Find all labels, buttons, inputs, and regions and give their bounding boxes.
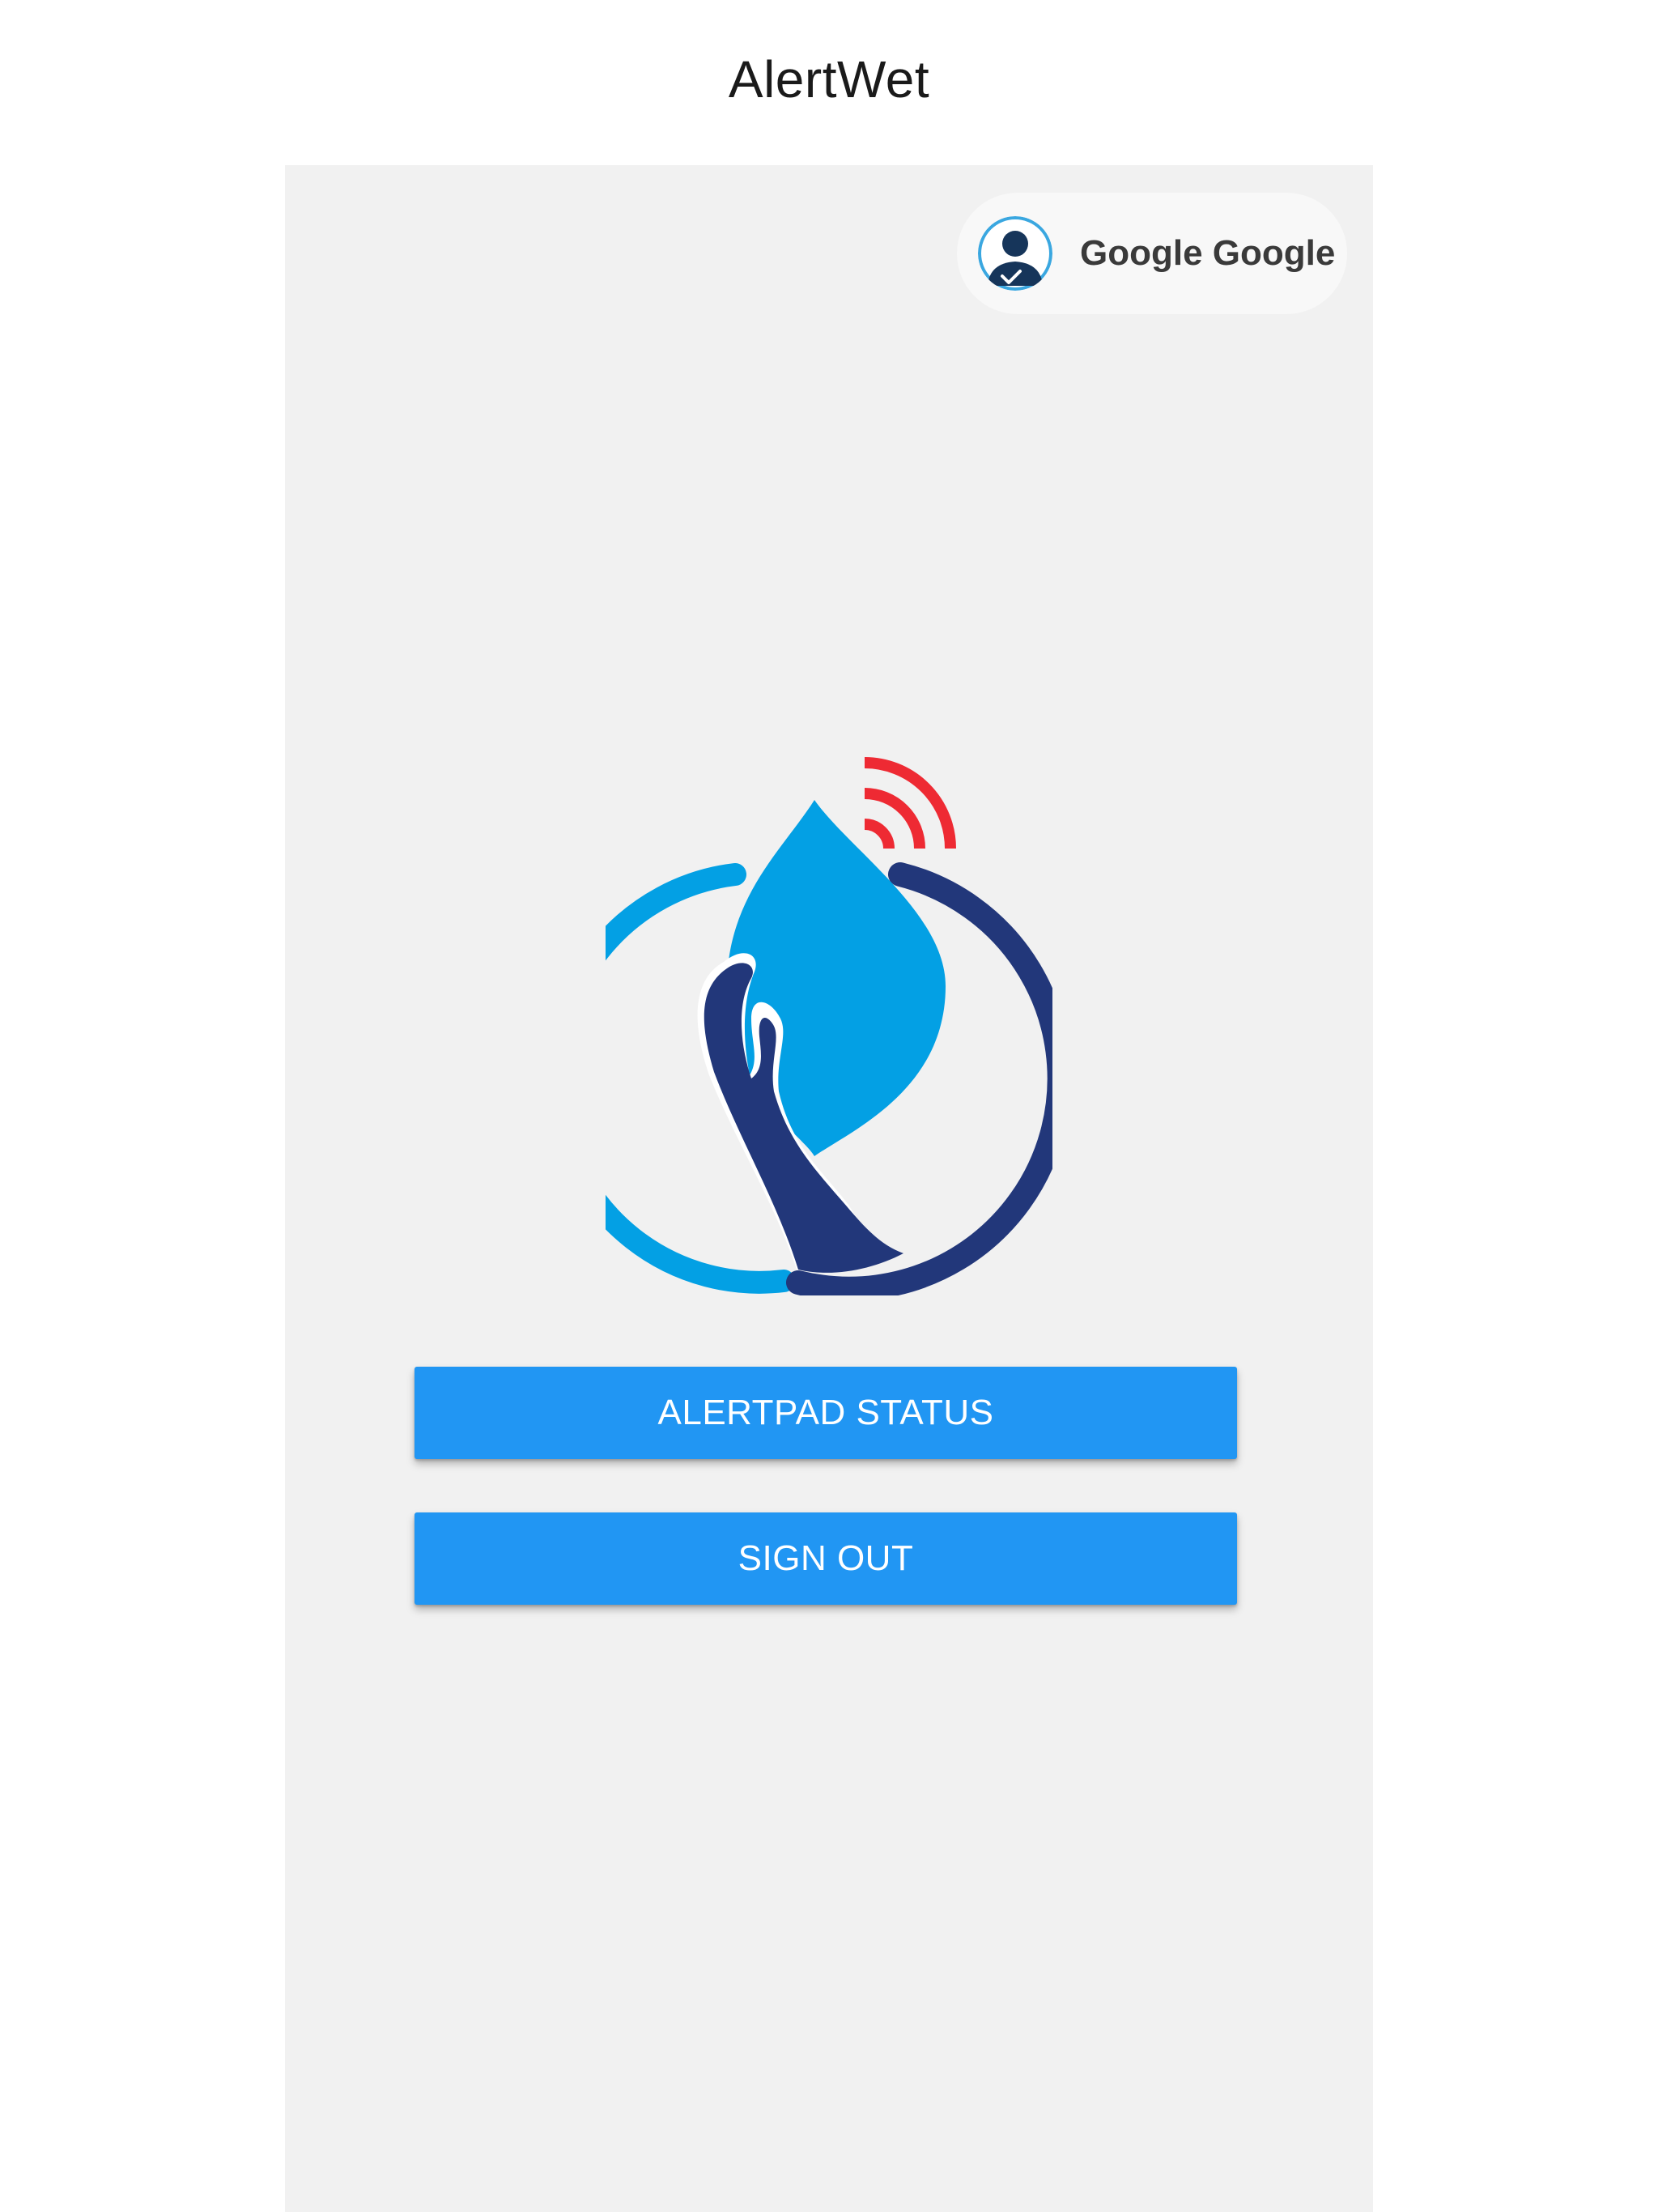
app-header: AlertWet bbox=[0, 0, 1658, 165]
main-content: Google Google ALERTPAD STATUS SIGN OUT bbox=[285, 165, 1373, 2212]
sign-out-button[interactable]: SIGN OUT bbox=[414, 1512, 1237, 1605]
water-drop-hand-alert-logo bbox=[543, 751, 1072, 1301]
app-title: AlertWet bbox=[728, 50, 930, 108]
alertpad-status-button[interactable]: ALERTPAD STATUS bbox=[414, 1367, 1237, 1459]
user-account-chip[interactable]: Google Google bbox=[957, 193, 1347, 314]
user-avatar-icon bbox=[978, 216, 1052, 291]
user-name: Google Google bbox=[1080, 233, 1336, 273]
